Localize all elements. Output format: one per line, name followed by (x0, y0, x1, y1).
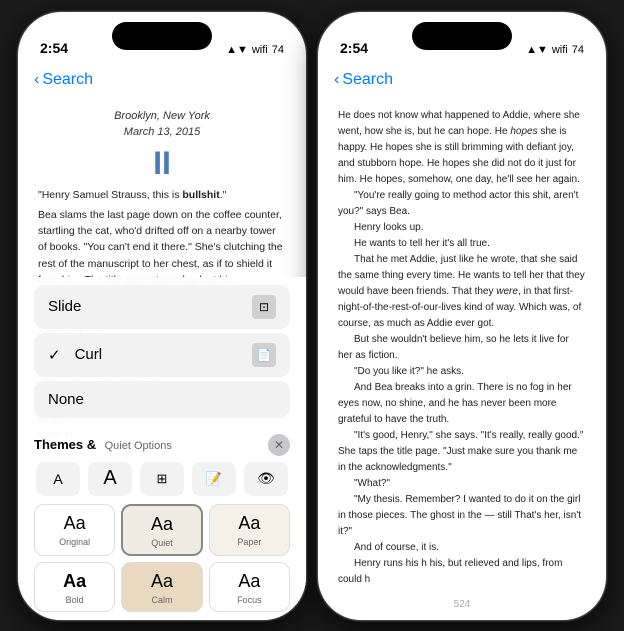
theme-original-sample: Aa (64, 513, 86, 534)
theme-quiet[interactable]: Aa Quiet (121, 504, 202, 556)
reading-content: He does not know what happened to Addie,… (318, 98, 606, 590)
transition-options: Slide ⊡ ✓ Curl 📄 (18, 277, 306, 430)
transition-curl[interactable]: ✓ Curl 📄 (34, 333, 290, 377)
status-icons-left: ▲▼ wifi 74 (226, 44, 284, 56)
dynamic-island (112, 22, 212, 50)
left-phone: 2:54 ▲▼ wifi 74 ‹ Search Brooklyn, New Y… (17, 11, 307, 621)
theme-original-label: Original (59, 537, 90, 547)
font-controls: A A ⊞ 📝 👁 (34, 462, 290, 496)
slide-icon: ⊡ (252, 295, 276, 319)
transition-slide-label: Slide (48, 298, 81, 315)
close-button[interactable]: ✕ (268, 434, 290, 456)
curl-icon: 📄 (252, 343, 276, 367)
nav-bar-right: ‹ Search (318, 62, 606, 98)
transition-slide-left: Slide (48, 298, 81, 315)
overlay-panel: Slide ⊡ ✓ Curl 📄 (18, 277, 306, 620)
theme-bold-sample: Aa (63, 571, 86, 592)
themes-header: Themes & Quiet Options ✕ (34, 434, 290, 456)
theme-paper[interactable]: Aa Paper (209, 504, 290, 556)
wifi-icon: wifi (252, 44, 268, 56)
status-time-left: 2:54 (40, 40, 68, 56)
themes-title: Themes & (34, 437, 96, 452)
theme-paper-label: Paper (237, 537, 261, 547)
theme-quiet-label: Quiet (151, 538, 173, 548)
page-number: 524 (454, 599, 471, 610)
transition-curl-left: ✓ Curl (48, 346, 102, 364)
font-small-label: A (53, 471, 62, 487)
curl-icon-sym: 📄 (257, 348, 272, 362)
font-small-btn[interactable]: A (36, 462, 80, 496)
theme-calm-sample: Aa (151, 571, 173, 592)
chapter-number: II (38, 147, 286, 179)
curl-checkmark: ✓ (48, 346, 61, 364)
reading-text: He does not know what happened to Addie,… (338, 108, 586, 590)
theme-bold-label: Bold (66, 595, 84, 605)
font-style-icon: ⊞ (157, 471, 168, 487)
transition-slide[interactable]: Slide ⊡ (34, 285, 290, 329)
theme-focus[interactable]: Aa Focus (209, 562, 290, 612)
theme-bold[interactable]: Aa Bold (34, 562, 115, 612)
eye-btn[interactable]: 👁 (244, 462, 288, 496)
wifi-icon-right: wifi (552, 44, 568, 56)
serif-icon: 📝 (206, 471, 222, 487)
theme-calm[interactable]: Aa Calm (121, 562, 202, 612)
transition-none-label: None (48, 391, 84, 408)
themes-grid: Aa Original Aa Quiet Aa Paper Aa Bold (34, 504, 290, 612)
dynamic-island-right (412, 22, 512, 50)
battery-icon: 74 (272, 44, 284, 56)
transition-none[interactable]: None (34, 381, 290, 418)
transition-none-left: None (48, 391, 84, 408)
eye-icon: 👁 (257, 470, 275, 487)
theme-focus-label: Focus (237, 595, 262, 605)
back-label-left: Search (42, 71, 93, 89)
nav-bar-left: ‹ Search (18, 62, 306, 98)
theme-original[interactable]: Aa Original (34, 504, 115, 556)
theme-quiet-sample: Aa (151, 514, 173, 535)
transition-curl-label: Curl (75, 346, 103, 363)
themes-title-group: Themes & Quiet Options (34, 436, 172, 454)
font-large-label: A (103, 467, 116, 490)
slide-icon-sym: ⊡ (259, 300, 269, 314)
theme-calm-label: Calm (151, 595, 172, 605)
chevron-left-icon-right: ‹ (334, 71, 339, 89)
font-large-btn[interactable]: A (88, 462, 132, 496)
signal-icon: ▲▼ (226, 44, 248, 56)
themes-section: Themes & Quiet Options ✕ A A ⊞ (18, 430, 306, 612)
status-time-right: 2:54 (340, 40, 368, 56)
signal-icon-right: ▲▼ (526, 44, 548, 56)
themes-subtitle: Quiet Options (105, 440, 172, 452)
theme-focus-sample: Aa (238, 571, 260, 592)
battery-icon-right: 74 (572, 44, 584, 56)
location-header: Brooklyn, New YorkMarch 13, 2015 (38, 108, 286, 141)
back-label-right: Search (342, 71, 393, 89)
back-button-right[interactable]: ‹ Search (334, 71, 393, 89)
phones-container: 2:54 ▲▼ wifi 74 ‹ Search Brooklyn, New Y… (17, 11, 607, 621)
back-button-left[interactable]: ‹ Search (34, 71, 93, 89)
theme-paper-sample: Aa (238, 513, 260, 534)
right-phone: 2:54 ▲▼ wifi 74 ‹ Search He does not kno… (317, 11, 607, 621)
font-style-btn[interactable]: ⊞ (140, 462, 184, 496)
font-serif-btn[interactable]: 📝 (192, 462, 236, 496)
status-icons-right: ▲▼ wifi 74 (526, 44, 584, 56)
chevron-left-icon: ‹ (34, 71, 39, 89)
